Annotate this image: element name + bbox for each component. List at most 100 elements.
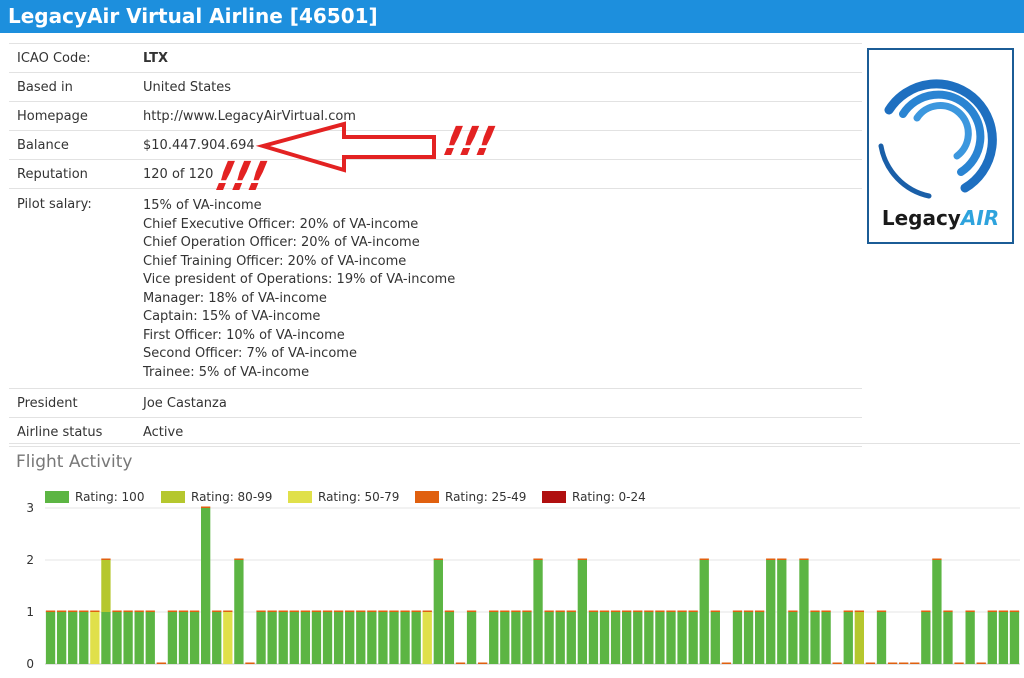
- chart-bar: [411, 612, 421, 664]
- chart-bar-cap: [1009, 610, 1020, 612]
- flight-activity-title: Flight Activity: [16, 452, 133, 472]
- chart-bar-cap: [500, 610, 510, 612]
- exclamation-annotation: !!!: [439, 119, 498, 165]
- chart-bar-cap: [533, 558, 543, 560]
- chart-bar: [345, 612, 355, 664]
- chart-bar: [965, 612, 975, 664]
- section-divider: [9, 443, 1020, 444]
- chart-bar-cap: [466, 610, 477, 612]
- chart-bar: [79, 612, 89, 664]
- chart-bar: [278, 612, 288, 664]
- chart-bar-cap: [666, 610, 676, 612]
- chart-bar-cap: [112, 610, 122, 612]
- chart-bar: [766, 560, 776, 664]
- salary-line: Trainee: 5% of VA-income: [143, 364, 310, 380]
- logo-word-accent: AIR: [960, 206, 1000, 230]
- chart-bar: [112, 612, 122, 664]
- chart-bar-cap: [267, 610, 277, 612]
- chart-bar: [433, 560, 443, 664]
- chart-bar-cap: [976, 662, 986, 664]
- chart-bar: [389, 612, 399, 664]
- chart-bar-cap: [699, 558, 709, 560]
- chart-bar: [367, 612, 377, 664]
- president-label: President: [17, 395, 78, 411]
- chart-bar: [633, 612, 643, 664]
- page-title: LegacyAir Virtual Airline [46501]: [0, 0, 1024, 33]
- chart-bar: [566, 612, 576, 664]
- chart-bar-cap: [278, 610, 288, 612]
- chart-bar: [256, 612, 266, 664]
- detail-row-based-in: Based in United States: [9, 72, 862, 102]
- salary-line: Vice president of Operations: 19% of VA-…: [143, 272, 456, 287]
- chart-bar: [489, 612, 499, 664]
- chart-bar: [622, 612, 632, 664]
- chart-bar-cap: [234, 558, 244, 560]
- chart-bar: [932, 560, 942, 664]
- chart-bar-cap: [732, 610, 743, 612]
- chart-bar-cap: [899, 662, 909, 664]
- chart-bar-cap: [367, 610, 377, 612]
- chart-bar: [356, 612, 366, 664]
- chart-bar: [422, 612, 432, 664]
- chart-bar-cap: [433, 558, 443, 560]
- chart-bar-cap: [300, 610, 311, 612]
- chart-bar: [699, 560, 709, 664]
- chart-bar: [289, 612, 299, 664]
- chart-bar-cap: [411, 610, 421, 612]
- chart-bar-cap: [998, 610, 1009, 612]
- chart-bar: [998, 612, 1009, 664]
- y-tick-label: 2: [26, 553, 34, 567]
- chart-bar-cap: [599, 610, 610, 612]
- chart-bar-cap: [743, 610, 754, 612]
- y-tick-label: 0: [26, 657, 34, 671]
- chart-bar-cap: [810, 610, 820, 612]
- chart-bar: [666, 612, 676, 664]
- salary-line: Chief Executive Officer: 20% of VA-incom…: [143, 216, 419, 232]
- chart-bar-cap: [799, 558, 809, 560]
- chart-bar: [56, 612, 67, 664]
- flight-activity-chart: 0 1 2 3: [26, 501, 1020, 671]
- chart-bar-cap: [644, 610, 654, 612]
- detail-row-balance: Balance $10.447.904.694: [9, 130, 862, 160]
- chart-bar-cap: [622, 610, 632, 612]
- chart-bar: [555, 612, 565, 664]
- chart-bar-cap: [256, 610, 266, 612]
- pilot-salary-label: Pilot salary:: [17, 197, 92, 212]
- homepage-link[interactable]: http://www.LegacyAirVirtual.com: [135, 102, 862, 131]
- chart-bar-cap: [145, 610, 155, 612]
- chart-bar-cap: [910, 662, 920, 664]
- chart-bar: [400, 612, 410, 664]
- pilot-salary-list: 15% of VA-income Chief Executive Officer…: [135, 189, 862, 389]
- chart-bar-cap: [932, 558, 942, 560]
- chart-bar: [754, 612, 765, 664]
- chart-bar: [500, 612, 510, 664]
- chart-bar-cap: [333, 610, 344, 612]
- y-tick-label: 3: [26, 501, 34, 515]
- chart-bar-cap: [90, 610, 100, 612]
- chart-bar: [511, 612, 521, 664]
- chart-bar-cap: [555, 610, 565, 612]
- detail-row-icao: ICAO Code: LTX: [9, 43, 862, 73]
- chart-bar: [101, 560, 111, 612]
- chart-bar: [788, 612, 798, 664]
- chart-bar: [843, 612, 853, 664]
- chart-bar-cap: [289, 610, 299, 612]
- chart-bar-cap: [987, 610, 997, 612]
- chart-bar-cap: [489, 610, 499, 612]
- chart-bar-cap: [167, 610, 178, 612]
- chart-bar: [134, 612, 144, 664]
- chart-bar: [533, 560, 543, 664]
- icao-label: ICAO Code:: [17, 50, 91, 66]
- chart-bar: [267, 612, 277, 664]
- chart-bar: [212, 612, 222, 664]
- chart-bar-cap: [633, 610, 643, 612]
- chart-bar: [577, 560, 588, 664]
- chart-bar-cap: [655, 610, 665, 612]
- salary-line: Chief Training Officer: 20% of VA-income: [143, 253, 407, 269]
- chart-bar-cap: [378, 610, 388, 612]
- chart-bar-cap: [356, 610, 366, 612]
- chart-bar: [821, 612, 831, 664]
- chart-bar: [732, 612, 743, 664]
- chart-bar-cap: [865, 662, 876, 664]
- chart-bar-cap: [134, 610, 144, 612]
